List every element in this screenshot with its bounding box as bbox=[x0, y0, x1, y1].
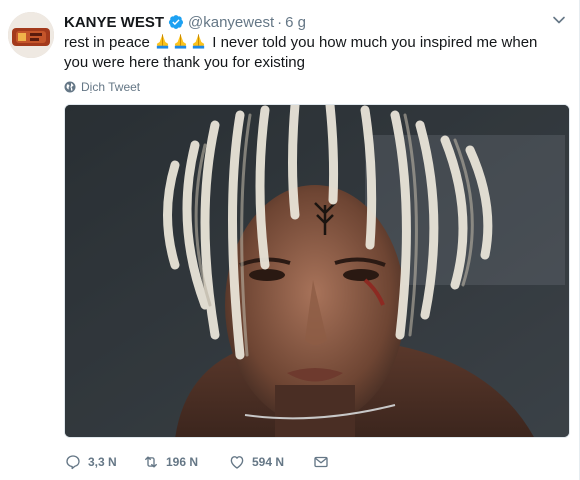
translate-label[interactable]: Dịch Tweet bbox=[81, 80, 140, 94]
handle[interactable]: @kanyewest bbox=[188, 14, 274, 31]
like-button[interactable]: 594 N bbox=[228, 453, 312, 471]
folded-hands-icon bbox=[174, 34, 187, 49]
tweet-header: KANYE WEST @kanyewest · 6 g bbox=[64, 12, 306, 32]
avatar-image bbox=[8, 12, 54, 58]
retweet-icon bbox=[145, 456, 157, 468]
folded-hands-icon bbox=[156, 34, 169, 49]
avatar[interactable] bbox=[8, 12, 54, 58]
separator-dot: · bbox=[277, 13, 283, 31]
tweet-text: rest in peace I never told you how much … bbox=[64, 33, 564, 73]
tweet-card[interactable]: KANYE WEST @kanyewest · 6 g rest in peac… bbox=[0, 0, 580, 480]
tweet-actions: 3,3 N 196 N 594 N bbox=[64, 452, 336, 472]
direct-message-button[interactable] bbox=[312, 453, 336, 471]
chevron-down-icon[interactable] bbox=[551, 12, 567, 28]
timestamp[interactable]: 6 g bbox=[285, 14, 306, 31]
reply-button[interactable]: 3,3 N bbox=[64, 453, 142, 471]
portrait-photo bbox=[65, 105, 569, 437]
verified-badge-icon bbox=[168, 15, 184, 29]
heart-icon bbox=[230, 456, 244, 469]
reply-count: 3,3 N bbox=[88, 455, 117, 469]
like-count: 594 N bbox=[252, 455, 285, 469]
reply-icon bbox=[66, 455, 80, 470]
tweet-text-part1: rest in peace bbox=[64, 34, 155, 51]
folded-hands-emoji bbox=[154, 34, 208, 51]
folded-hands-icon bbox=[192, 34, 205, 49]
display-name[interactable]: KANYE WEST bbox=[64, 14, 164, 31]
envelope-icon bbox=[314, 456, 328, 468]
retweet-count: 196 N bbox=[166, 455, 199, 469]
globe-icon bbox=[64, 81, 76, 93]
retweet-button[interactable]: 196 N bbox=[142, 453, 228, 471]
translate-tweet-link[interactable]: Dịch Tweet bbox=[64, 79, 140, 95]
tweet-photo[interactable] bbox=[64, 104, 570, 438]
